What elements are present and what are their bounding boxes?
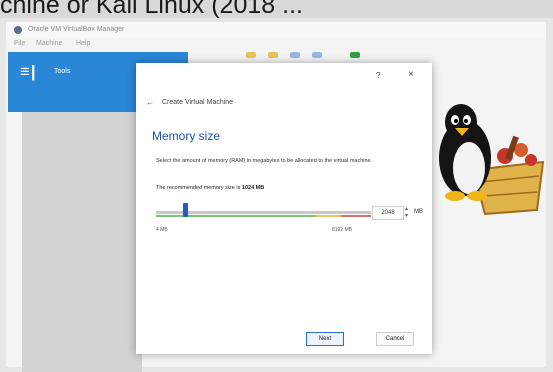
recommended-prefix: The recommended memory size is xyxy=(156,185,242,191)
photo-caption: chine or Kali Linux (2018 ... xyxy=(0,0,303,18)
toolbar-add-icon[interactable] xyxy=(350,52,360,58)
tools-label: Tools xyxy=(54,68,71,75)
close-icon[interactable]: × xyxy=(408,69,414,80)
menu-machine[interactable]: Machine xyxy=(36,38,62,50)
menubar: File Machine Help xyxy=(6,38,546,50)
page-heading: Memory size xyxy=(152,129,221,143)
app-titlebar: Oracle VM VirtualBox Manager xyxy=(6,22,546,38)
memory-size-input[interactable]: 2048 xyxy=(372,206,404,220)
machine-list-panel xyxy=(22,112,142,372)
cancel-button[interactable]: Cancel xyxy=(376,332,414,346)
recommended-memory-text: The recommended memory size is 1024 MB xyxy=(156,185,264,191)
app-title: Oracle VM VirtualBox Manager xyxy=(28,26,125,33)
app-icon xyxy=(14,26,22,34)
next-button[interactable]: Next xyxy=(306,332,344,346)
back-arrow-icon[interactable]: ← xyxy=(146,98,154,107)
toolbar-start-icon[interactable] xyxy=(312,52,322,58)
memory-slider[interactable] xyxy=(156,203,371,223)
memory-unit-label: MB xyxy=(414,209,423,215)
tools-icon: ≡| xyxy=(20,62,37,81)
spin-arrows-icon[interactable]: ▲ ▼ xyxy=(404,206,410,220)
help-icon[interactable]: ? xyxy=(376,71,380,80)
tux-penguin-icon xyxy=(439,104,545,216)
toolbar-discard-icon[interactable] xyxy=(290,52,300,58)
menu-help[interactable]: Help xyxy=(76,38,90,50)
slider-thumb[interactable] xyxy=(183,203,188,217)
menu-file[interactable]: File xyxy=(14,38,25,50)
slider-zone-yellow xyxy=(316,215,341,217)
recommended-value: 1024 MB xyxy=(241,185,265,191)
wizard-title: Create Virtual Machine xyxy=(162,99,234,106)
memory-description: Select the amount of memory (RAM) in meg… xyxy=(156,158,373,164)
slider-zone-red xyxy=(341,215,371,217)
toolbar-settings-icon[interactable] xyxy=(268,52,278,58)
toolbar-new-icon[interactable] xyxy=(246,52,256,58)
slider-track xyxy=(156,211,371,214)
slider-min-label: 4 MB xyxy=(156,227,168,233)
create-vm-dialog: ? × ← Create Virtual Machine Memory size… xyxy=(136,63,432,354)
slider-max-label: 8192 MB xyxy=(332,227,353,233)
slider-zone-green xyxy=(156,215,316,217)
